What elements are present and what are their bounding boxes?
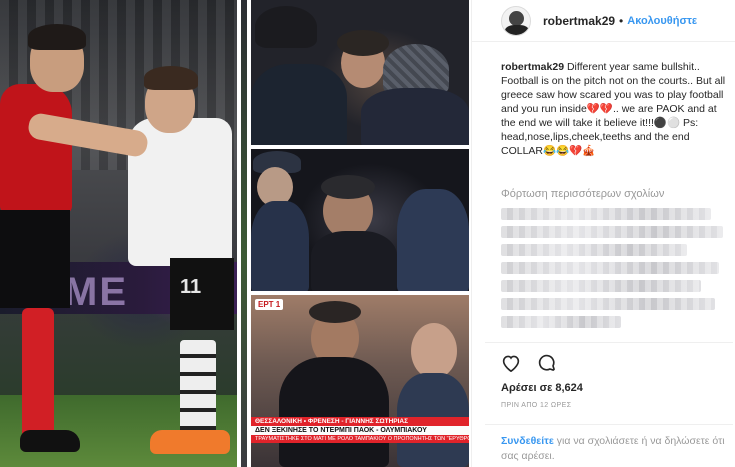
- header-username[interactable]: robertmak29: [543, 14, 615, 28]
- ticker-line-2: ΔΕΝ ΞΕΚΙΝΗΣΕ ΤΟ ΝΤΕΡΜΠΙ ΠΑΟΚ - ΟΛΥΜΠΙΑΚΟ…: [251, 426, 469, 435]
- photo-tv-broadcast: ΕΡΤ 1 ΘΕΣΣΑΛΟΝΙΚΗ • ΦΡΕΝΕΣΗ - ΓΙΑΝΝΗΣ ΣΩ…: [251, 295, 469, 467]
- post-caption: robertmak29 Different year same bullshit…: [501, 60, 733, 158]
- man-face: [411, 323, 457, 379]
- referee-hair: [28, 24, 86, 50]
- avatar[interactable]: [501, 5, 531, 36]
- player-sock: [180, 340, 216, 440]
- post-side-panel: robertmak29 • Ακολουθήστε robertmak29 Di…: [471, 0, 735, 467]
- blurred-comment: [501, 208, 711, 220]
- comment-bubble-icon: [538, 354, 555, 371]
- police-jacket: [251, 201, 309, 291]
- player-boot: [150, 430, 230, 454]
- news-ticker: ΘΕΣΣΑΛΟΝΙΚΗ • ΦΡΕΝΕΣΗ - ΓΙΑΝΝΗΣ ΣΩΤΗΡΙΑΣ…: [251, 417, 469, 443]
- post-actions: [500, 352, 558, 374]
- ticker-line-3: ΤΡΑΥΜΑΤΙΣΤΗΚΕ ΣΤΟ ΜΑΤΙ ΜΕ ΡΟΛΟ ΤΑΜΠΑΚΙΟΥ…: [251, 435, 469, 443]
- photo-coach-injured: [251, 149, 469, 291]
- login-prompt: Συνδεθείτε για να σχολιάσετε ή να δηλώσε…: [501, 434, 731, 464]
- tv-channel-logo: ΕΡΤ 1: [255, 299, 284, 310]
- post-timestamp: ΠΡΙΝ ΑΠΟ 12 ΩΡΕΣ: [501, 402, 572, 409]
- coat: [251, 64, 347, 145]
- coach-hair: [309, 301, 361, 323]
- post-header: robertmak29 • Ακολουθήστε: [472, 0, 735, 42]
- login-link[interactable]: Συνδεθείτε: [501, 435, 554, 447]
- advertising-board-text: ME: [64, 270, 128, 314]
- hair: [337, 30, 389, 56]
- comment-button[interactable]: [536, 352, 558, 374]
- actions-divider: [485, 342, 733, 343]
- follow-button[interactable]: Ακολουθήστε: [627, 15, 697, 27]
- blurred-comment: [501, 298, 715, 310]
- load-more-comments-link[interactable]: Φόρτωση περισσότερων σχολίων: [501, 188, 664, 200]
- instagram-post: ME 11 ΕΡΤ 1 ΘΕΣΣΑΛΟΝΙΚΗ • ΦΡΕΝΕΣΗ - ΓΙΑΝ…: [0, 0, 735, 467]
- blurred-comment: [501, 280, 701, 292]
- login-divider: [485, 424, 733, 425]
- caption-text: Different year same bullshit.. Football …: [501, 61, 726, 157]
- blurred-comment: [501, 226, 723, 238]
- coach-hair: [321, 175, 375, 199]
- player-hair: [144, 66, 198, 90]
- referee-boot: [20, 430, 80, 452]
- like-button[interactable]: [500, 352, 522, 374]
- photo-divider-strip: [241, 0, 247, 467]
- player-number: 11: [180, 276, 202, 298]
- referee-shorts: [0, 210, 70, 308]
- coat: [397, 189, 469, 291]
- blurred-comment: [501, 262, 719, 274]
- blurred-comment: [501, 244, 687, 256]
- post-media-collage[interactable]: ME 11 ΕΡΤ 1 ΘΕΣΣΑΛΟΝΙΚΗ • ΦΡΕΝΕΣΗ - ΓΙΑΝ…: [0, 0, 471, 467]
- referee-shirt: [0, 84, 72, 214]
- like-count[interactable]: Αρέσει σε 8,624: [501, 382, 583, 394]
- photo-crowd-hug: [251, 0, 469, 145]
- coach-jacket: [279, 357, 389, 467]
- caption-username[interactable]: robertmak29: [501, 61, 564, 73]
- coat: [361, 88, 469, 145]
- blurred-comment: [501, 316, 621, 328]
- photo-referee-player: ME 11: [0, 0, 237, 467]
- heart-icon: [502, 355, 520, 372]
- header-separator: •: [619, 13, 624, 28]
- referee-sock: [22, 308, 54, 438]
- coach-jacket: [311, 231, 397, 291]
- black-beanie: [255, 6, 317, 48]
- ticker-line-1: ΘΕΣΣΑΛΟΝΙΚΗ • ΦΡΕΝΕΣΗ - ΓΙΑΝΝΗΣ ΣΩΤΗΡΙΑΣ: [251, 417, 469, 426]
